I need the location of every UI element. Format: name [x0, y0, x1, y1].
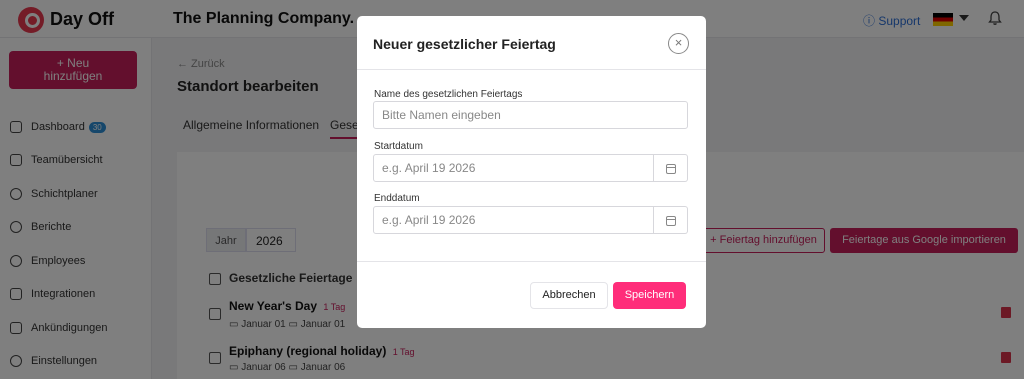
dialog-title: Neuer gesetzlicher Feiertag	[373, 36, 556, 52]
end-date-input[interactable]: e.g. April 19 2026	[373, 206, 654, 234]
cancel-button[interactable]: Abbrechen	[530, 282, 608, 309]
divider	[357, 69, 706, 70]
end-date-picker-button[interactable]	[654, 206, 688, 234]
holiday-name-label: Name des gesetzlichen Feiertags	[374, 89, 523, 100]
new-holiday-dialog: Neuer gesetzlicher Feiertag × Name des g…	[357, 16, 706, 328]
save-button[interactable]: Speichern	[613, 282, 686, 309]
end-date-label: Enddatum	[374, 193, 420, 204]
calendar-icon	[666, 164, 676, 174]
start-date-input[interactable]: e.g. April 19 2026	[373, 154, 654, 182]
divider	[357, 261, 706, 262]
holiday-name-input[interactable]: Bitte Namen eingeben	[373, 101, 688, 129]
start-date-picker-button[interactable]	[654, 154, 688, 182]
start-date-label: Startdatum	[374, 141, 423, 152]
close-icon[interactable]: ×	[668, 33, 689, 54]
calendar-icon	[666, 216, 676, 226]
